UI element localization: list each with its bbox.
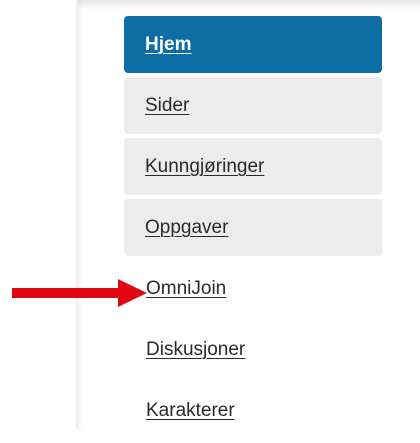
nav-link-oppgaver[interactable]: Oppgaver [145, 217, 228, 239]
red-arrow-annotation [12, 279, 147, 307]
nav-item-kunngjoringer: Kunngjøringer [124, 138, 382, 195]
nav-item-hjem: Hjem [124, 16, 382, 73]
nav-item-karakterer: Karakterer [124, 382, 382, 439]
nav-link-karakterer[interactable]: Karakterer [146, 400, 235, 422]
arrow-shaft [12, 288, 124, 298]
course-navigation: Hjem Sider Kunngjøringer Oppgaver OmniJo… [124, 16, 382, 443]
nav-link-omnijoin[interactable]: OmniJoin [146, 278, 226, 300]
nav-item-omnijoin: OmniJoin [124, 260, 382, 317]
panel-top-shadow [78, 0, 420, 10]
nav-link-diskusjoner[interactable]: Diskusjoner [146, 339, 245, 361]
arrow-head-icon [118, 279, 147, 307]
nav-link-sider[interactable]: Sider [145, 95, 189, 117]
nav-link-kunngjoringer[interactable]: Kunngjøringer [145, 156, 264, 178]
nav-link-hjem[interactable]: Hjem [145, 34, 191, 56]
nav-item-diskusjoner: Diskusjoner [124, 321, 382, 378]
nav-item-sider: Sider [124, 77, 382, 134]
nav-item-oppgaver: Oppgaver [124, 199, 382, 256]
panel-left-shadow [76, 0, 82, 429]
